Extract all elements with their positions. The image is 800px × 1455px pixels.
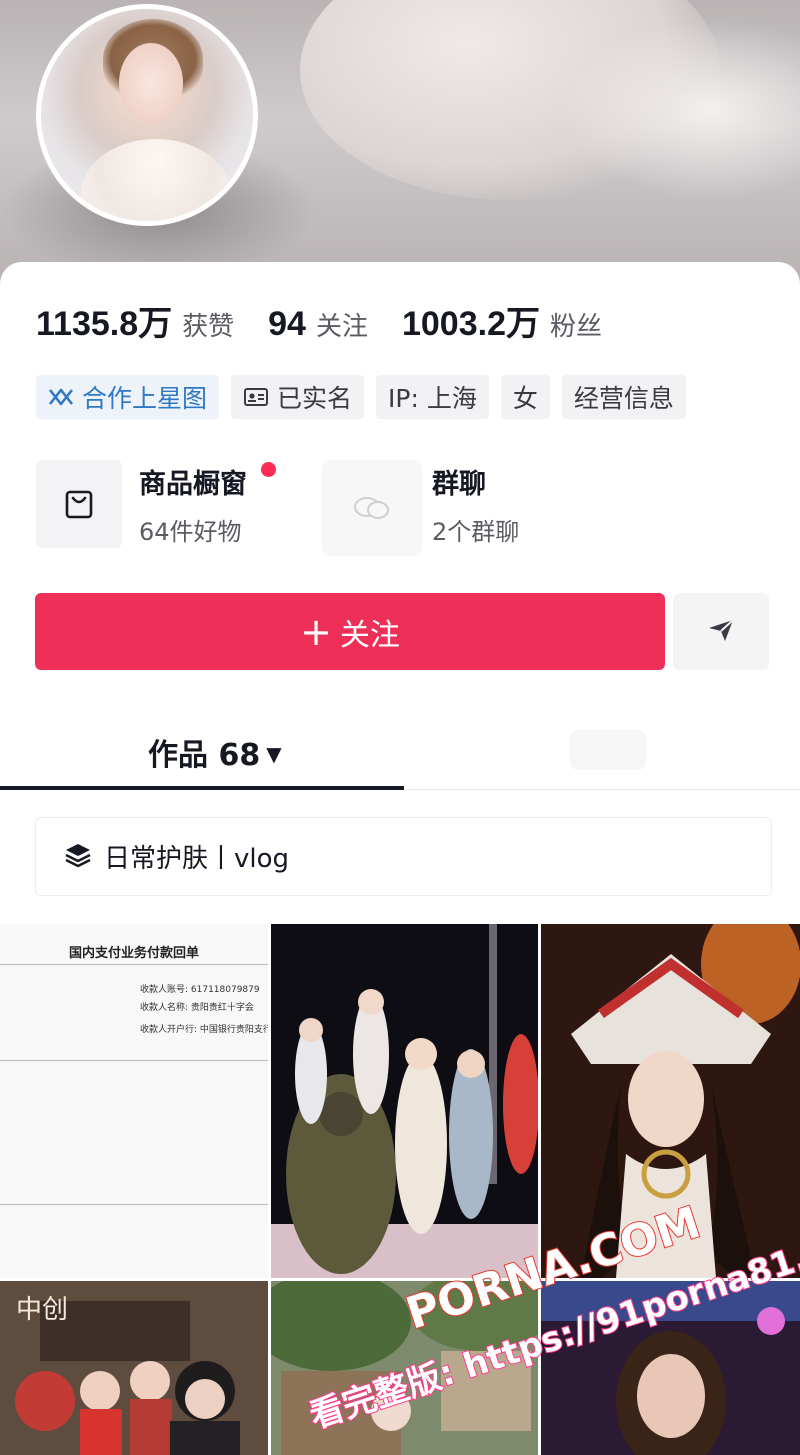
thumbnail-caption: 中创 [16, 1295, 69, 1325]
receipt-line: 收款人账号: 617118079879 [140, 985, 260, 995]
playlist-collection[interactable]: 日常护肤丨vlog [35, 817, 772, 896]
group-chat-title: 群聊 [432, 469, 486, 500]
group-chat-subtitle: 2个群聊 [432, 518, 520, 546]
shop-window-entry[interactable]: 商品橱窗 64件好物 [36, 460, 286, 550]
tag-label: 女 [512, 384, 538, 413]
receipt-line: 收款人名称: 贵阳贵红十字会 [140, 1003, 254, 1013]
follow-label: 关注 [339, 617, 400, 653]
tag-ip: IP: 上海 [376, 375, 489, 419]
tab-works-label: 作品 68 [148, 738, 261, 773]
likes-label: 获赞 [182, 312, 235, 342]
receipt-rule [0, 964, 268, 965]
video-thumbnail[interactable] [271, 924, 538, 1278]
plus-icon: + [300, 609, 332, 654]
send-icon [706, 616, 736, 648]
tab-active-indicator [0, 786, 404, 790]
receipt-rule [0, 1060, 268, 1061]
group-chat-entry[interactable]: 群聊 2个群聊 [322, 460, 572, 556]
following-label: 关注 [315, 312, 368, 342]
tag-xingtu[interactable]: 合作上星图 [36, 375, 220, 419]
tag-label: 合作上星图 [82, 384, 208, 413]
xingtu-logo-icon [48, 386, 74, 408]
receipt-line: 收款人开户行: 中国银行贵阳支行 [140, 1025, 268, 1035]
followers-count[interactable]: 1003.2万 [402, 296, 540, 345]
chat-bubbles-icon [322, 460, 422, 556]
following-count[interactable]: 94 [268, 305, 306, 344]
tag-label: IP: 上海 [388, 384, 477, 413]
profile-tags: 合作上星图 已实名 IP: 上海 女 经营信息 [36, 375, 686, 419]
tag-business-info[interactable]: 经营信息 [561, 375, 686, 419]
notification-dot [261, 462, 276, 477]
shop-window-title: 商品橱窗 [139, 469, 247, 500]
likes-count[interactable]: 1135.8万 [36, 296, 172, 345]
video-thumbnail[interactable]: 国内支付业务付款回单 收款人账号: 617118079879 收款人名称: 贵阳… [0, 924, 268, 1278]
thumbnail-image [271, 924, 538, 1278]
share-button[interactable] [673, 593, 769, 670]
receipt-rule [0, 1204, 268, 1205]
profile-stats: 1135.8万 获赞 94 关注 1003.2万 粉丝 [36, 296, 636, 343]
tab-placeholder[interactable] [570, 730, 646, 770]
avatar-shape [119, 43, 183, 123]
playlist-label: 日常护肤丨vlog [104, 844, 290, 874]
tab-works[interactable]: 作品 68 ▼ [148, 730, 282, 774]
avatar-shape [81, 139, 231, 221]
layers-icon [64, 842, 92, 872]
shopping-bag-icon [36, 460, 122, 548]
followers-label: 粉丝 [549, 312, 602, 342]
shop-window-subtitle: 64件好物 [139, 518, 242, 546]
video-thumbnail[interactable]: 中创 [0, 1281, 268, 1455]
tag-label: 经营信息 [573, 384, 674, 413]
tag-verified[interactable]: 已实名 [231, 375, 365, 419]
receipt-title: 国内支付业务付款回单 [68, 946, 199, 961]
follow-button[interactable]: + 关注 [35, 593, 665, 670]
avatar[interactable] [36, 4, 258, 226]
tag-label: 已实名 [277, 384, 353, 413]
tag-gender: 女 [500, 375, 550, 419]
caret-down-icon: ▼ [266, 742, 282, 766]
profile-tabs: 作品 68 ▼ [0, 718, 800, 790]
id-card-icon [243, 386, 269, 408]
